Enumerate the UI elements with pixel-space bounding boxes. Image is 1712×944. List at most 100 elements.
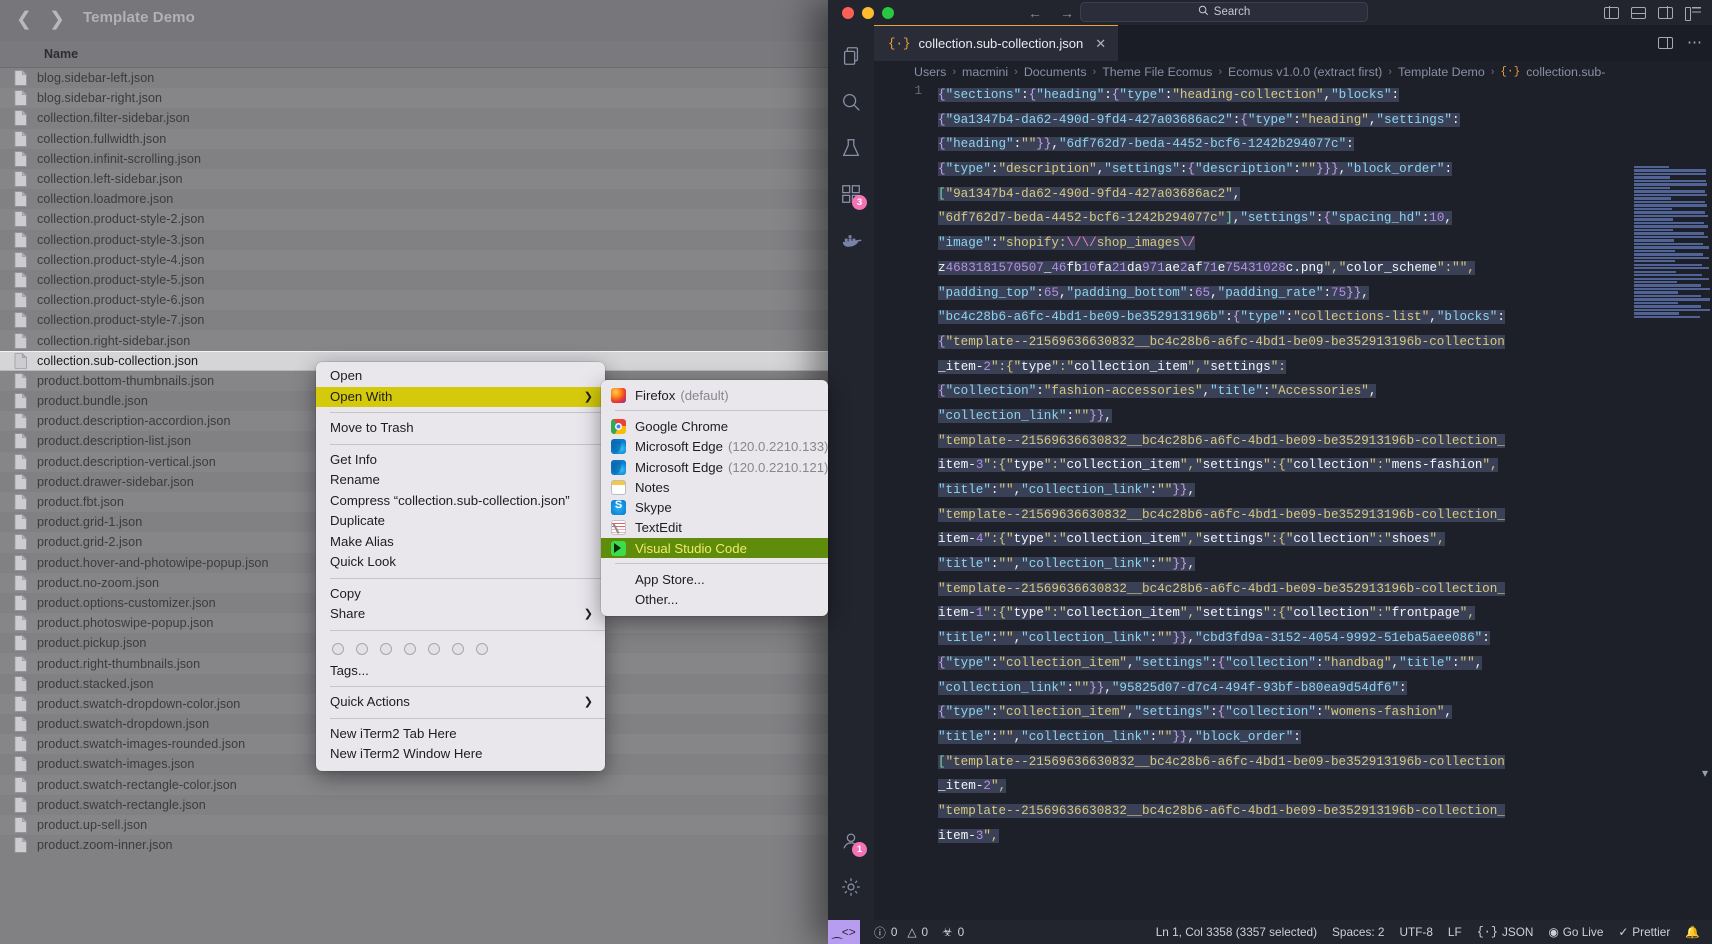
breadcrumb[interactable]: Users › macmini › Documents › Theme File Ecomu…	[874, 61, 1712, 83]
scroll-down-indicator-icon[interactable]: ▾	[1702, 766, 1708, 780]
editor-tab[interactable]: {·} collection.sub-collection.json ✕	[874, 25, 1119, 61]
code-line[interactable]: "template--21569636630832__bc4c28b6-a6fc…	[938, 429, 1692, 454]
window-traffic-lights[interactable]	[842, 6, 894, 19]
tag-color-dot[interactable]	[452, 642, 464, 655]
file-row[interactable]: blog.sidebar-left.json	[0, 68, 830, 88]
file-row[interactable]: product.swatch-rectangle-color.json	[0, 774, 830, 795]
editor-code-content[interactable]: {"sections":{"heading":{"type":"heading-…	[938, 83, 1692, 920]
encoding-setting[interactable]: UTF-8	[1400, 925, 1433, 939]
open-with-app-item[interactable]: Other...	[601, 590, 828, 610]
code-line[interactable]: _item-2",	[938, 774, 1692, 799]
tag-color-dot[interactable]	[476, 642, 488, 655]
code-line[interactable]: {"type":"description","settings":{"descr…	[938, 157, 1692, 182]
code-line[interactable]: {"template--21569636630832__bc4c28b6-a6f…	[938, 330, 1692, 355]
code-line[interactable]: "title":"","collection_link":""}},	[938, 478, 1692, 503]
file-row[interactable]: collection.product-style-7.json	[0, 310, 830, 330]
code-line[interactable]: "bc4c28b6-a6fc-4bd1-be09-be352913196b":{…	[938, 305, 1692, 330]
open-with-app-item[interactable]: Microsoft Edge (120.0.2210.121)	[601, 457, 828, 477]
open-with-app-item[interactable]: Notes	[601, 477, 828, 497]
activity-bar-bottom[interactable]: 1	[828, 818, 874, 920]
breadcrumb-item[interactable]: Documents	[1024, 65, 1087, 79]
code-line[interactable]: "template--21569636630832__bc4c28b6-a6fc…	[938, 503, 1692, 528]
context-menu-item[interactable]: New iTerm2 Window Here	[316, 744, 605, 765]
context-menu-item[interactable]: Share ❯	[316, 604, 605, 625]
breadcrumb-item[interactable]: Template Demo	[1398, 65, 1485, 79]
cursor-position[interactable]: Ln 1, Col 3358 (3357 selected)	[1156, 925, 1317, 939]
open-with-app-item[interactable]: TextEdit	[601, 518, 828, 538]
code-line[interactable]: {"9a1347b4-da62-490d-9fd4-427a03686ac2":…	[938, 108, 1692, 133]
breadcrumb-item[interactable]: Ecomus v1.0.0 (extract first)	[1228, 65, 1382, 79]
file-row[interactable]: collection.product-style-2.json	[0, 209, 830, 230]
context-menu-item[interactable]: Tags...	[316, 661, 605, 682]
open-with-app-item[interactable]: Microsoft Edge (120.0.2210.133)	[601, 437, 828, 457]
context-menu-item[interactable]: Compress “collection.sub-collection.json…	[316, 491, 605, 512]
editor-minimap[interactable]	[1634, 166, 1712, 326]
file-row[interactable]: collection.filter-sidebar.json	[0, 108, 830, 128]
file-row[interactable]: product.zoom-inner.json	[0, 835, 830, 855]
context-menu-item[interactable]: Make Alias	[316, 532, 605, 553]
docker-icon[interactable]	[828, 217, 874, 263]
code-line[interactable]: "title":"","collection_link":""}},"cbd3f…	[938, 626, 1692, 651]
finder-context-menu[interactable]: Open Open With ❯ Move to Trash Get Info Renam…	[316, 362, 605, 771]
customize-layout-icon[interactable]	[1685, 6, 1701, 21]
code-line[interactable]: _item-2":{"type":"collection_item","sett…	[938, 355, 1692, 380]
column-header-name[interactable]: Name	[44, 47, 78, 61]
code-line[interactable]: "6df762d7-beda-4452-bcf6-1242b294077c"],…	[938, 206, 1692, 231]
more-actions-icon[interactable]: ⋯	[1687, 35, 1702, 50]
close-icon[interactable]: ✕	[1095, 36, 1106, 52]
file-row[interactable]: collection.infinit-scrolling.json	[0, 149, 830, 169]
file-row[interactable]: collection.loadmore.json	[0, 189, 830, 209]
context-menu-item[interactable]: Rename	[316, 470, 605, 491]
context-menu-item[interactable]: Copy	[316, 584, 605, 605]
context-menu-item[interactable]: Get Info	[316, 450, 605, 471]
language-mode[interactable]: {·} JSON	[1477, 925, 1534, 939]
file-row[interactable]: collection.product-style-4.json	[0, 249, 830, 270]
go-live-button[interactable]: ◉ Go Live	[1548, 925, 1603, 939]
breadcrumb-item[interactable]: collection.sub-	[1526, 65, 1605, 79]
code-line[interactable]: "collection_link":""}},"95825d07-d7c4-49…	[938, 676, 1692, 701]
context-menu-item[interactable]: Open	[316, 366, 605, 387]
code-line[interactable]: "title":"","collection_link":""}},	[938, 552, 1692, 577]
code-line[interactable]: z4683181570507_46fb10fa21da971ae2af71e75…	[938, 256, 1692, 281]
file-row[interactable]: collection.product-style-3.json	[0, 230, 830, 250]
code-line[interactable]: {"heading":""}},"6df762d7-beda-4452-bcf6…	[938, 132, 1692, 157]
context-menu-item[interactable]: Quick Look	[316, 552, 605, 573]
status-ports[interactable]: ☣ 0	[942, 925, 964, 939]
open-with-app-item[interactable]: App Store...	[601, 569, 828, 589]
open-with-submenu[interactable]: Firefox (default) Google Chrome Microsoft E…	[601, 380, 828, 616]
vscode-nav-arrows[interactable]: ← →	[1028, 0, 1074, 25]
open-with-app-item[interactable]: Firefox (default)	[601, 385, 828, 405]
tag-color-dot[interactable]	[428, 642, 440, 655]
vscode-editor[interactable]: 1 {"sections":{"heading":{"type":"headin…	[874, 83, 1712, 920]
file-row[interactable]: collection.right-sidebar.json	[0, 330, 830, 351]
file-row[interactable]: product.up-sell.json	[0, 814, 830, 836]
code-line[interactable]: "template--21569636630832__bc4c28b6-a6fc…	[938, 577, 1692, 602]
chevron-right-icon[interactable]: ❯	[46, 8, 68, 30]
breadcrumb-item[interactable]: Users	[914, 65, 946, 79]
breadcrumb-item[interactable]: Theme File Ecomus	[1102, 65, 1212, 79]
code-line[interactable]: "template--21569636630832__bc4c28b6-a6fc…	[938, 799, 1692, 824]
vscode-command-search[interactable]: Search	[1080, 2, 1368, 22]
toggle-primary-sidebar-icon[interactable]	[1604, 6, 1619, 19]
tag-color-dot[interactable]	[380, 642, 392, 655]
status-bar-right[interactable]: Ln 1, Col 3358 (3357 selected) Spaces: 2…	[1156, 925, 1712, 939]
code-line[interactable]: item-4":{"type":"collection_item","setti…	[938, 527, 1692, 552]
code-line[interactable]: {"collection":"fashion-accessories","tit…	[938, 379, 1692, 404]
tag-color-dot[interactable]	[356, 642, 368, 655]
status-problems[interactable]: ⓘ 0 △ 0	[874, 924, 928, 941]
file-row[interactable]: product.swatch-rectangle.json	[0, 795, 830, 815]
chevron-left-icon[interactable]: ❮	[13, 8, 35, 30]
vscode-window[interactable]: ← → Search 3 1 {·} collection.sub-collec…	[828, 0, 1712, 944]
context-menu-item[interactable]: Quick Actions ❯	[316, 692, 605, 713]
bell-icon[interactable]: 🔔	[1685, 925, 1700, 939]
code-line[interactable]: "image":"shopify:\/\/shop_images\/	[938, 231, 1692, 256]
toggle-secondary-sidebar-icon[interactable]	[1658, 6, 1673, 19]
code-line[interactable]: item-3":{"type":"collection_item","setti…	[938, 453, 1692, 478]
context-menu-item[interactable]: New iTerm2 Tab Here	[316, 724, 605, 745]
extensions-icon[interactable]: 3	[828, 171, 874, 217]
file-row[interactable]: collection.fullwidth.json	[0, 128, 830, 149]
code-line[interactable]: "padding_top":65,"padding_bottom":65,"pa…	[938, 281, 1692, 306]
settings-gear-icon[interactable]	[828, 864, 874, 910]
file-row[interactable]: collection.product-style-5.json	[0, 270, 830, 290]
file-row[interactable]: collection.product-style-6.json	[0, 290, 830, 311]
